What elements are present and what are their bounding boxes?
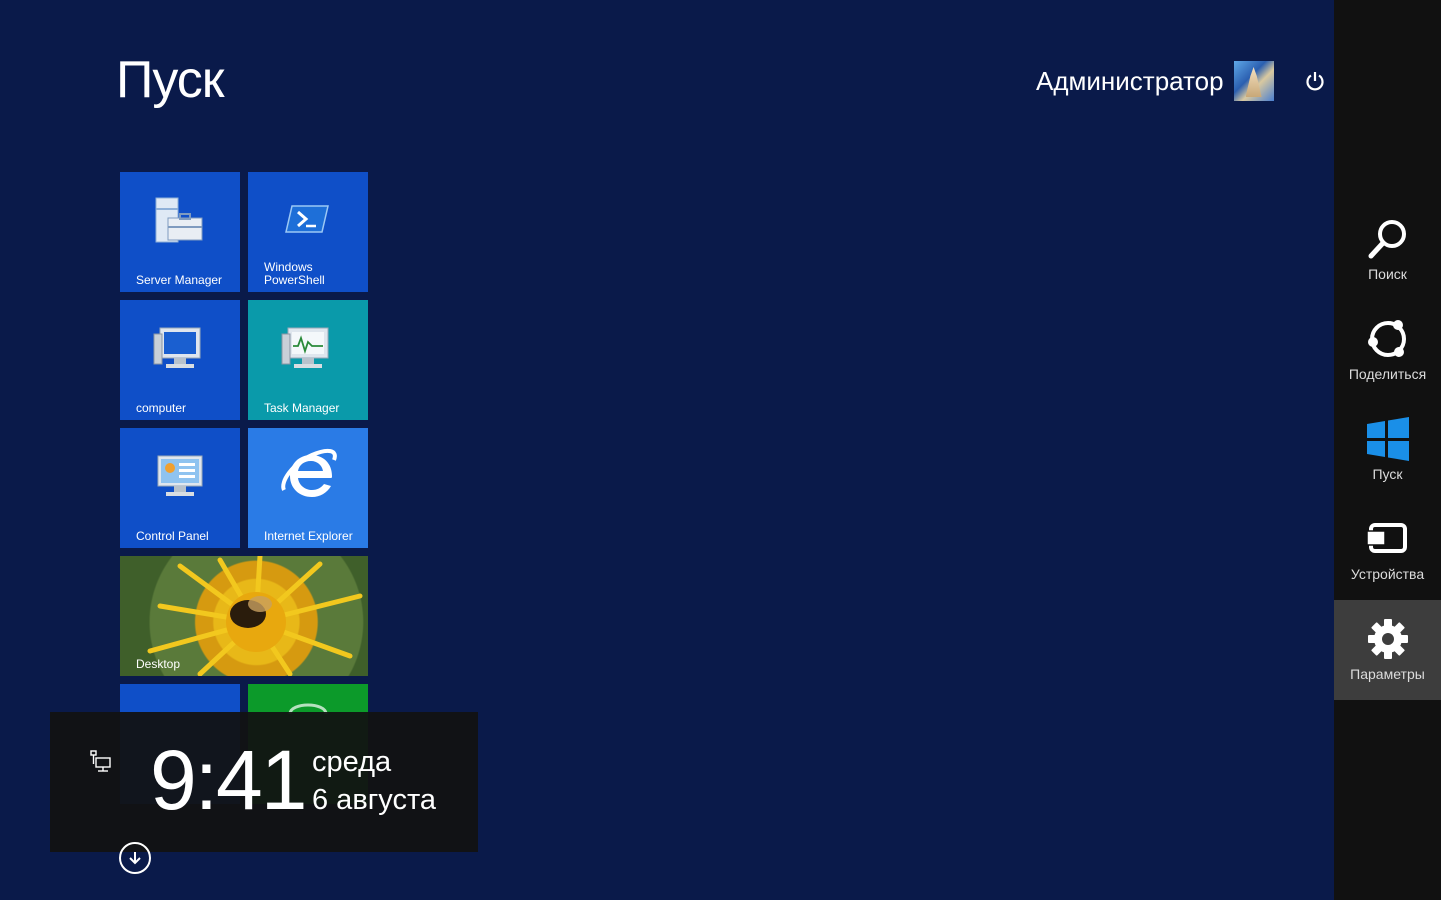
control-panel-icon [157,455,203,496]
clock-day: среда [312,746,392,778]
computer-icon [153,327,201,368]
clock-date: 6 августа [312,784,437,816]
tile-control-panel[interactable]: Control Panel [120,428,240,548]
gear-icon [1367,619,1408,659]
powershell-icon [285,205,329,233]
tile-computer[interactable]: computer [120,300,240,420]
avatar [1233,61,1274,101]
network-icon [90,750,111,772]
devices-icon [1365,523,1407,553]
tile-windows-powershell[interactable]: Windows PowerShell [248,172,368,292]
tile-server-manager[interactable]: Server Manager [120,172,240,292]
share-icon [1367,320,1406,357]
tile-label: Desktop [136,657,181,671]
clock-time: 9:41 [150,733,307,827]
user-account[interactable]: Администратор [1036,60,1274,102]
charm-label: Параметры [1350,666,1425,682]
charm-start[interactable]: Пуск [1334,400,1441,500]
user-name: Администратор [1036,65,1224,96]
server-manager-icon [155,197,203,243]
tile-label: Task Manager [264,401,340,415]
charm-share[interactable]: Поделиться [1334,300,1441,400]
charm-label: Поиск [1368,266,1407,282]
all-apps-button[interactable] [119,842,151,874]
clock-overlay: 9:41 среда 6 августа [50,712,478,852]
windows-logo-icon [1366,417,1409,461]
search-icon [1368,220,1406,259]
tile-label: Control Panel [136,529,209,543]
tile-task-manager[interactable]: Task Manager [248,300,368,420]
tile-label: Internet Explorer [264,529,353,543]
charms-bar: Поиск Поделиться Пуск Устройства Парамет… [1334,0,1441,900]
page-title: Пуск [116,51,225,109]
charm-label: Пуск [1372,466,1403,482]
charm-search[interactable]: Поиск [1334,200,1441,300]
tile-label: Windows PowerShell [264,260,325,287]
internet-explorer-icon [281,448,337,497]
power-button[interactable] [1300,66,1330,96]
power-icon [1306,72,1324,91]
tile-internet-explorer[interactable]: Internet Explorer [248,428,368,548]
charm-settings[interactable]: Параметры [1334,600,1441,700]
tile-label: computer [136,401,187,415]
tile-label: Server Manager [136,273,223,287]
charm-devices[interactable]: Устройства [1334,500,1441,600]
tile-desktop[interactable]: Desktop [120,556,368,676]
charm-label: Устройства [1350,566,1425,582]
task-manager-icon [281,327,329,368]
arrow-down-icon [129,852,141,865]
charm-label: Поделиться [1348,366,1427,382]
